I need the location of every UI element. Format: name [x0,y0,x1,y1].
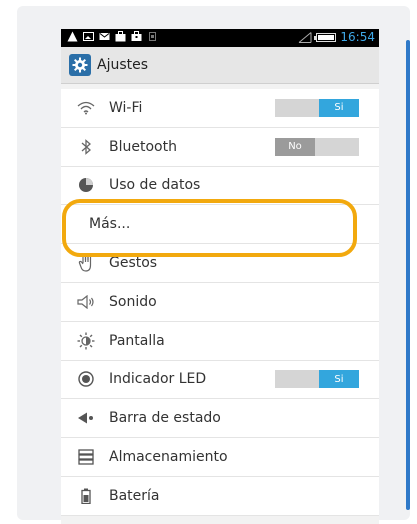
toggle-state: Si [319,98,359,117]
device-edge-accent [406,40,410,510]
battery-icon [77,487,95,505]
brightness-icon [77,332,95,350]
briefcase-icon [131,31,142,41]
status-bar-icon [77,409,95,427]
status-bar: 16:54 [61,29,379,47]
data-usage-icon [77,176,95,194]
mail-icon [99,33,110,40]
settings-item-label: Gestos [109,255,158,272]
settings-item-label: Wi-Fi [109,99,143,116]
status-time: 16:54 [340,30,375,44]
settings-item-label: Batería [109,487,160,504]
settings-item-bluetooth[interactable]: Bluetooth No [61,128,379,167]
speaker-icon [77,293,95,311]
action-bar: Ajustes [61,47,379,84]
phone-screen: 16:54 Ajustes Wi-Fi Si Bluetooth No Uso … [61,29,379,524]
store-icon [115,31,126,42]
toggle-state: Si [319,370,359,389]
settings-item-label: Uso de datos [109,177,201,194]
settings-item-display[interactable]: Pantalla [61,322,379,361]
settings-list: Wi-Fi Si Bluetooth No Uso de datos Más..… [61,89,379,516]
wifi-toggle[interactable]: Si [275,98,359,117]
page-title: Ajustes [97,57,149,73]
settings-item-label: Sonido [109,293,157,310]
settings-item-status-bar[interactable]: Barra de estado [61,399,379,439]
settings-item-wifi[interactable]: Wi-Fi Si [61,89,379,128]
bluetooth-toggle[interactable]: No [275,137,359,156]
highlight-annotation [62,199,357,257]
battery-status-icon [314,32,337,42]
settings-item-sound[interactable]: Sonido [61,283,379,322]
storage-icon [77,448,95,466]
led-indicator-icon [77,370,95,388]
warning-icon [67,31,78,42]
settings-item-battery[interactable]: Batería [61,477,379,516]
settings-item-storage[interactable]: Almacenamiento [61,438,379,477]
signal-icon [299,31,312,43]
wifi-icon [77,99,95,117]
settings-icon[interactable] [69,54,91,76]
bluetooth-icon [77,138,95,156]
settings-item-label: Almacenamiento [109,449,228,466]
image-icon [83,32,94,41]
settings-item-label: Barra de estado [109,410,221,427]
toggle-state: No [275,137,315,156]
settings-item-led-indicator[interactable]: Indicador LED Si [61,361,379,400]
led-indicator-toggle[interactable]: Si [275,370,359,389]
settings-item-label: Bluetooth [109,138,177,155]
settings-item-label: Indicador LED [109,371,207,388]
settings-item-label: Pantalla [109,332,165,349]
sim-icon [149,32,156,41]
